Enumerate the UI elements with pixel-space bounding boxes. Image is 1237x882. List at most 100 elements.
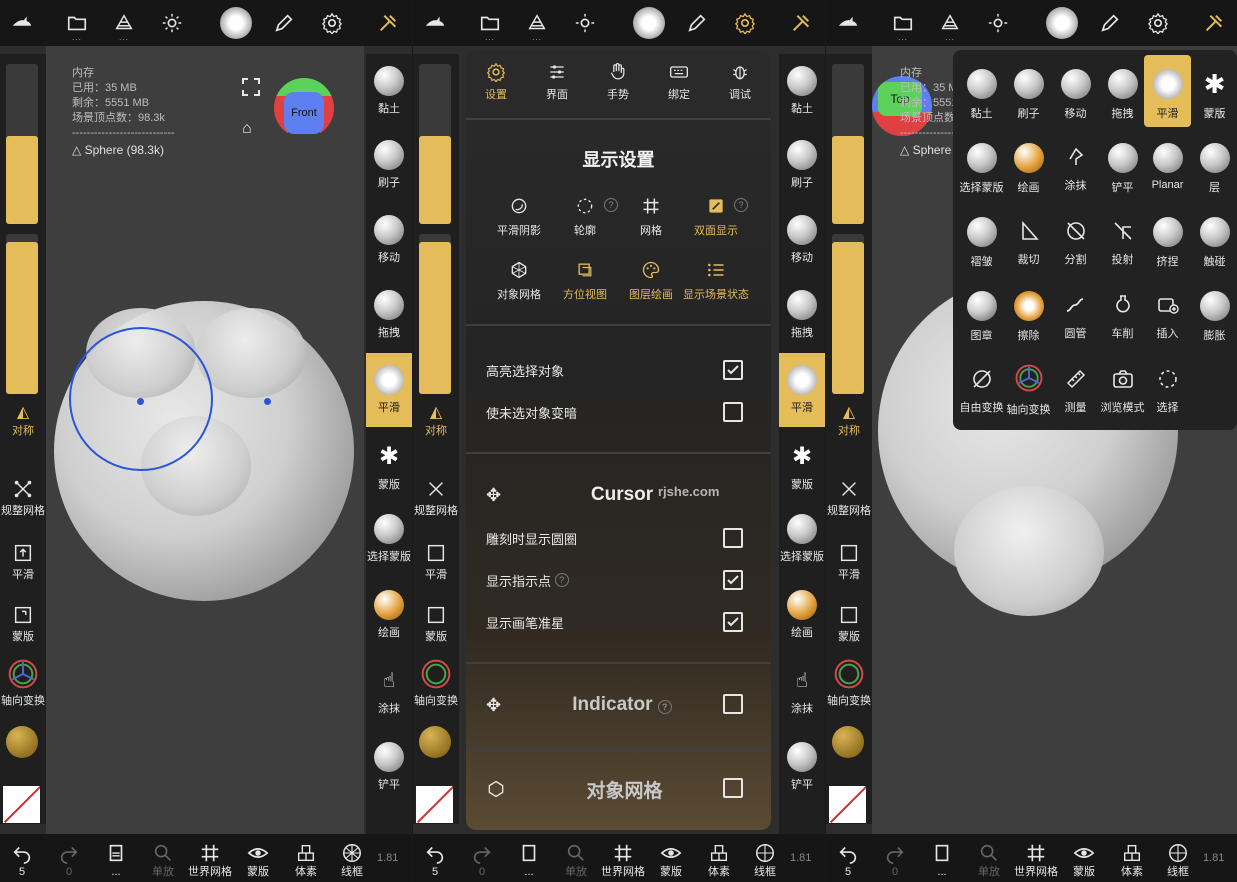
option-scene-status[interactable]: 显示场景状态 — [681, 260, 751, 302]
grid-tool-gizmo[interactable]: 轴向变换 — [1005, 351, 1052, 423]
tool-drag[interactable]: 拖拽 — [779, 286, 825, 340]
world-grid-button[interactable]: 世界网格 — [188, 834, 232, 882]
grid-tool-clay[interactable]: 黏土 — [958, 55, 1005, 127]
sun-icon[interactable] — [976, 0, 1020, 46]
folder-icon[interactable]: ... — [468, 0, 512, 46]
folder-icon[interactable]: ... — [881, 0, 925, 46]
tab-debug[interactable]: 调试 — [710, 62, 770, 102]
tool-select-mask[interactable]: 选择蒙版 — [779, 510, 825, 564]
radius-slider[interactable] — [6, 64, 38, 224]
tool-clay[interactable]: 黏土 — [779, 62, 825, 116]
tab-settings[interactable]: 设置 — [466, 62, 526, 102]
grid-tool-free-transform[interactable]: 自由变换 — [958, 351, 1005, 423]
grid-tool-stamp[interactable]: 图章 — [958, 277, 1005, 349]
sun-icon[interactable] — [150, 0, 194, 46]
remesh-button[interactable]: 规整网格 — [413, 478, 459, 518]
checkbox-unchecked[interactable] — [723, 402, 743, 422]
remesh-button[interactable]: 规整网格 — [0, 478, 46, 518]
checkbox-checked[interactable] — [723, 612, 743, 632]
tool-drag[interactable]: 拖拽 — [366, 286, 412, 340]
isolate-button[interactable]: 单放 — [141, 834, 185, 882]
tool-smudge[interactable]: ☝ 涂抹 — [366, 662, 412, 716]
symmetry-toggle[interactable]: ◭ 对称 — [413, 402, 459, 438]
tool-paint[interactable]: 绘画 — [779, 586, 825, 640]
gear-icon[interactable] — [1136, 0, 1180, 46]
fullscreen-icon[interactable] — [242, 78, 260, 96]
checkbox-unchecked[interactable] — [723, 778, 743, 798]
grid-tool-pinch[interactable]: 挤捏 — [1144, 203, 1191, 275]
grid-tool-nudge[interactable]: 触碰 — [1191, 203, 1237, 275]
material-swatch[interactable] — [419, 726, 451, 758]
row-show-indicator-dot[interactable]: 显示指示点 ? — [486, 566, 743, 594]
shark-logo-icon[interactable] — [413, 0, 457, 46]
layers-button[interactable]: ... — [507, 834, 551, 882]
grid-tool-measure[interactable]: 测量 — [1052, 351, 1099, 423]
tool-mask[interactable]: ✱ 蒙版 — [366, 438, 412, 492]
smooth-button[interactable]: 平滑 — [0, 542, 46, 582]
row-dim-unselected[interactable]: 使未选对象变暗 — [486, 398, 743, 426]
undo-button[interactable]: 5 — [826, 834, 870, 882]
tab-gestures[interactable]: 手势 — [588, 62, 648, 102]
symmetry-toggle[interactable]: ◭ 对称 — [0, 402, 46, 438]
intensity-slider[interactable] — [419, 234, 451, 394]
checkbox-checked[interactable] — [723, 360, 743, 380]
isolate-button[interactable]: 单放 — [554, 834, 598, 882]
isolate-button[interactable]: 单放 — [967, 834, 1011, 882]
grid-tool-insert[interactable]: 插入 — [1144, 277, 1191, 349]
tools-icon[interactable] — [779, 0, 823, 46]
world-grid-button[interactable]: 世界网格 — [1014, 834, 1058, 882]
smooth-button[interactable]: 平滑 — [826, 542, 872, 582]
brush-preview-icon[interactable] — [214, 0, 258, 46]
grid-tool-lathe[interactable]: 车削 — [1099, 277, 1146, 349]
mask-visibility-button[interactable]: 蒙版 — [649, 834, 693, 882]
grid-tool-inflate[interactable]: 膨胀 — [1191, 277, 1237, 349]
material-swatch[interactable] — [832, 726, 864, 758]
scene-icon[interactable]: ... — [515, 0, 559, 46]
grid-tool-trim[interactable]: 裁切 — [1005, 203, 1052, 275]
grid-tool-flatten[interactable]: 铲平 — [1099, 129, 1146, 201]
tool-move[interactable]: 移动 — [779, 211, 825, 265]
alpha-none-swatch[interactable] — [416, 786, 453, 823]
option-layer-paint[interactable]: 图层绘画 — [616, 260, 686, 302]
gizmo-transform-button[interactable]: 轴向变换 — [0, 658, 46, 708]
indicator-section-header[interactable]: ✥ Indicator ? — [486, 690, 743, 720]
checkbox-unchecked[interactable] — [723, 528, 743, 548]
option-view-cube[interactable]: 方位视图 — [550, 260, 620, 302]
grid-tool-planar[interactable]: Planar — [1144, 129, 1191, 201]
voxel-button[interactable]: 体素 — [284, 834, 328, 882]
scene-icon[interactable]: ... — [102, 0, 146, 46]
voxel-button[interactable]: 体素 — [1110, 834, 1154, 882]
tool-flatten[interactable]: 铲平 — [779, 738, 825, 792]
tool-smooth[interactable]: 平滑 — [366, 353, 412, 427]
alpha-none-swatch[interactable] — [829, 786, 866, 823]
grid-tool-move[interactable]: 移动 — [1052, 55, 1099, 127]
grid-tool-split[interactable]: 分割 — [1052, 203, 1099, 275]
tools-icon[interactable] — [1192, 0, 1236, 46]
wireframe-button[interactable]: 线框 — [743, 834, 787, 882]
row-highlight-selected[interactable]: 高亮选择对象 — [486, 356, 743, 384]
scene-icon[interactable]: ... — [928, 0, 972, 46]
smooth-button[interactable]: 平滑 — [413, 542, 459, 582]
layers-button[interactable]: ... — [94, 834, 138, 882]
tool-brush[interactable]: 刷子 — [779, 136, 825, 190]
grid-tool-layer[interactable]: 层 — [1191, 129, 1237, 201]
material-swatch[interactable] — [6, 726, 38, 758]
grid-tool-smudge[interactable]: 涂抹 — [1052, 129, 1099, 201]
radius-slider[interactable] — [832, 64, 864, 224]
gizmo-transform-button[interactable]: 轴向变换 — [826, 658, 872, 708]
tool-flatten[interactable]: 铲平 — [366, 738, 412, 792]
redo-button[interactable]: 0 — [873, 834, 917, 882]
mask-button[interactable]: 蒙版 — [0, 604, 46, 644]
pen-icon[interactable] — [675, 0, 719, 46]
tool-move[interactable]: 移动 — [366, 211, 412, 265]
option-object-mesh[interactable]: 对象网格 — [484, 260, 554, 302]
grid-tool-crease[interactable]: 褶皱 — [958, 203, 1005, 275]
grid-tool-select-mask[interactable]: 选择蒙版 — [958, 129, 1005, 201]
tool-smudge[interactable]: ☝ 涂抹 — [779, 662, 825, 716]
help-icon[interactable]: ? — [554, 573, 569, 587]
grid-tool-tube[interactable]: 圆管 — [1052, 277, 1099, 349]
option-wireframe[interactable]: 网格 — [616, 196, 686, 238]
row-show-circle[interactable]: 雕刻时显示圆圈 — [486, 524, 743, 552]
grid-tool-paint[interactable]: 绘画 — [1005, 129, 1052, 201]
tools-icon[interactable] — [366, 0, 410, 46]
